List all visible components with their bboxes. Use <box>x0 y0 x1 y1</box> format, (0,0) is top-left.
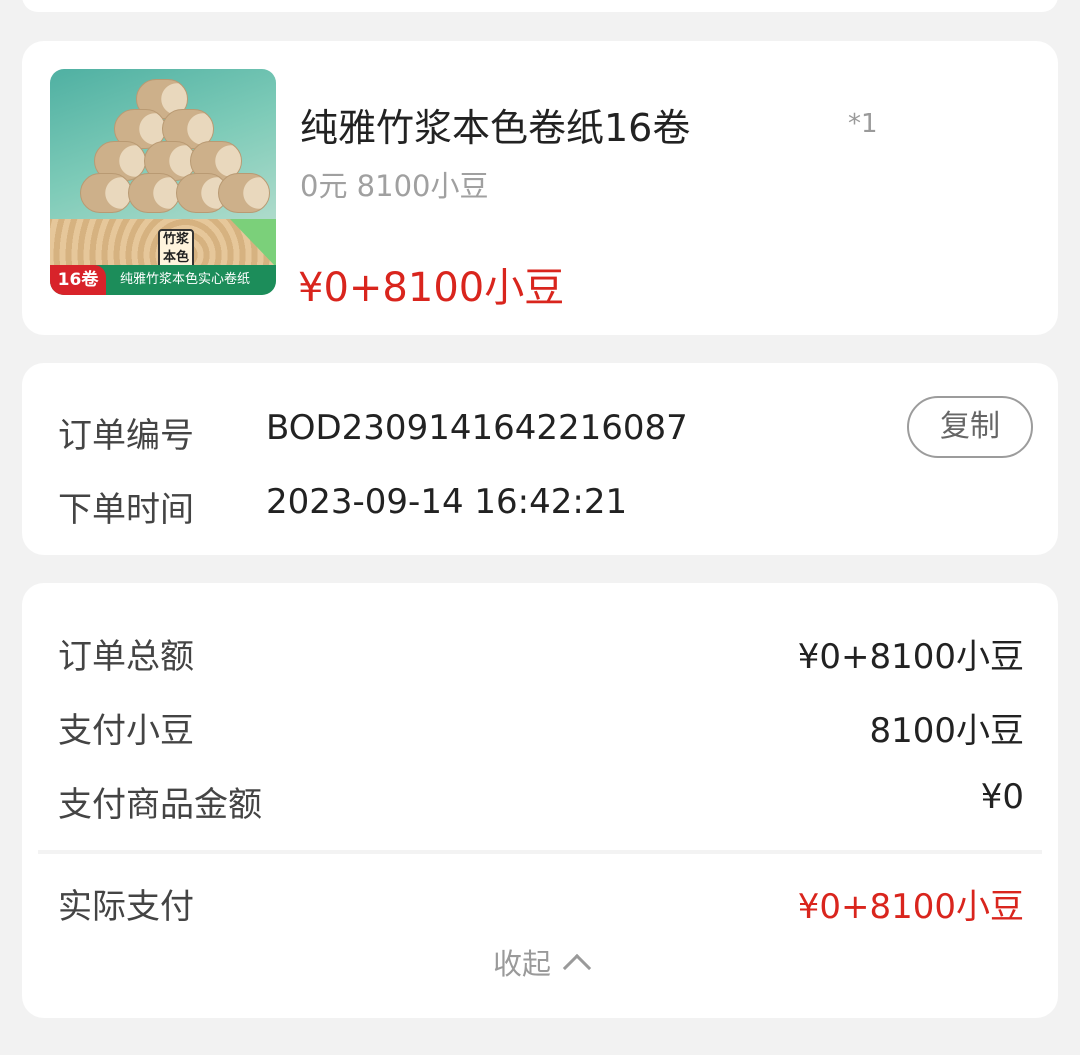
paid-beans-label: 支付小豆 <box>58 711 194 751</box>
order-number-label: 订单编号 <box>58 416 194 456</box>
collapse-label: 收起 <box>492 947 551 981</box>
product-image[interactable]: 竹浆本色 纯雅竹浆本色实心卷纸 16卷 <box>50 69 276 295</box>
roll-graphic <box>80 173 132 213</box>
chevron-up-icon <box>562 953 592 983</box>
image-badge: 16卷 <box>50 265 106 295</box>
order-info-card: 订单编号 BOD2309141642216087 复制 下单时间 2023-09… <box>22 363 1058 555</box>
previous-card <box>22 0 1058 12</box>
divider <box>38 850 1042 854</box>
copy-button[interactable]: 复制 <box>907 396 1033 458</box>
paid-beans-value: 8100小豆 <box>869 711 1024 751</box>
roll-graphic <box>218 173 270 213</box>
product-price: ¥0+8100小豆 <box>298 265 565 311</box>
actual-payment-label: 实际支付 <box>58 887 194 927</box>
goods-amount-label: 支付商品金额 <box>58 785 262 825</box>
order-time-value: 2023-09-14 16:42:21 <box>266 482 628 522</box>
pack-corner-graphic <box>230 219 276 267</box>
collapse-toggle[interactable]: 收起 <box>22 941 1058 983</box>
payment-summary-card: 订单总额 ¥0+8100小豆 支付小豆 8100小豆 支付商品金额 ¥0 实际支… <box>22 583 1058 1018</box>
product-card[interactable]: 竹浆本色 纯雅竹浆本色实心卷纸 16卷 纯雅竹浆本色卷纸16卷 *1 0元 81… <box>22 41 1058 335</box>
order-total-value: ¥0+8100小豆 <box>797 637 1024 677</box>
order-number-value: BOD2309141642216087 <box>266 408 688 448</box>
order-time-label: 下单时间 <box>58 490 194 530</box>
actual-payment-value: ¥0+8100小豆 <box>797 887 1024 927</box>
roll-graphic <box>128 173 180 213</box>
product-title[interactable]: 纯雅竹浆本色卷纸16卷 <box>300 97 690 152</box>
goods-amount-value: ¥0 <box>980 777 1024 817</box>
order-total-label: 订单总额 <box>58 637 194 677</box>
product-quantity: *1 <box>848 109 878 139</box>
product-subtitle: 0元 8100小豆 <box>300 169 489 203</box>
